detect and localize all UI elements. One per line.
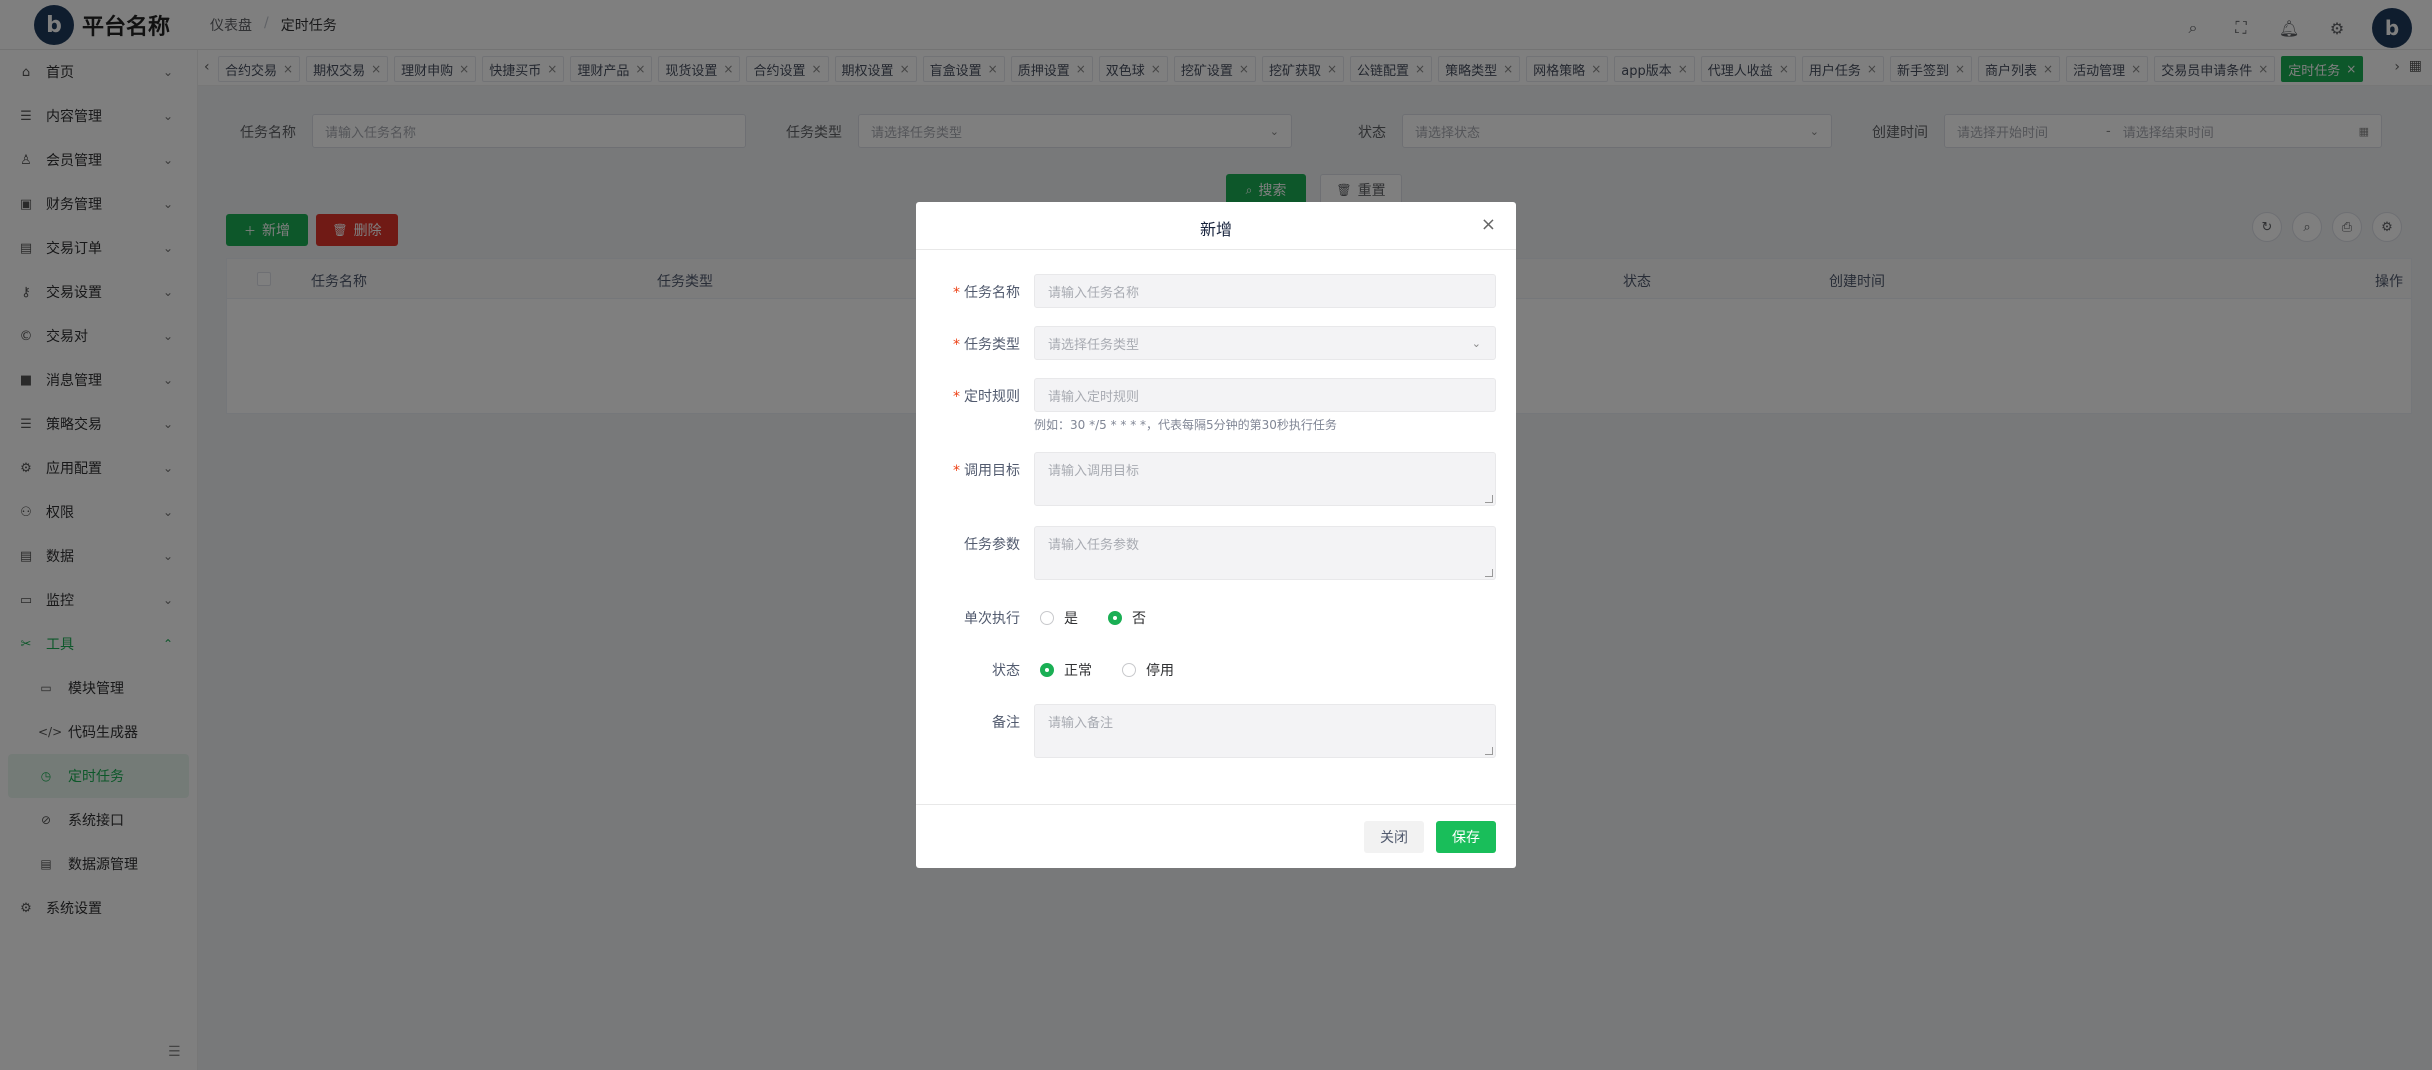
close-button[interactable]: 关闭: [1364, 821, 1424, 853]
target-textarea[interactable]: 请输入调用目标: [1034, 452, 1496, 506]
required-mark: *: [953, 463, 960, 479]
status-radio-group: 正常 停用: [1040, 660, 1204, 680]
cron-input[interactable]: 请输入定时规则: [1034, 378, 1496, 412]
status-normal-radio[interactable]: 正常: [1040, 660, 1092, 680]
once-yes-label: 是: [1064, 611, 1078, 627]
status-disabled-label: 停用: [1146, 663, 1174, 679]
once-yes-radio[interactable]: 是: [1040, 608, 1078, 628]
dialog-header: 新增 ×: [916, 202, 1516, 250]
cron-label-text: 定时规则: [964, 389, 1020, 405]
dialog-title: 新增: [1199, 220, 1232, 239]
required-mark: *: [953, 389, 960, 405]
remark-label: 备注: [992, 715, 1020, 731]
status-normal-label: 正常: [1064, 663, 1092, 679]
target-label-text: 调用目标: [964, 463, 1020, 479]
task-type-label: * 任务类型: [953, 334, 1020, 354]
cron-help-text: 例如：30 */5 * * * *，代表每隔5分钟的第30秒执行任务: [1034, 418, 1337, 432]
required-mark: *: [953, 285, 960, 301]
cron-label: * 定时规则: [953, 386, 1020, 406]
status-disabled-radio[interactable]: 停用: [1122, 660, 1174, 680]
once-label: 单次执行: [964, 611, 1020, 627]
radio-dot: [1122, 663, 1136, 677]
params-textarea[interactable]: 请输入任务参数: [1034, 526, 1496, 580]
task-name-label: * 任务名称: [953, 282, 1020, 302]
save-button[interactable]: 保存: [1436, 821, 1496, 853]
close-icon[interactable]: ×: [1481, 214, 1496, 235]
task-type-select[interactable]: 请选择任务类型 ⌄: [1034, 326, 1496, 360]
task-type-placeholder: 请选择任务类型: [1048, 337, 1140, 353]
required-mark: *: [953, 337, 960, 353]
radio-dot: [1108, 611, 1122, 625]
once-no-radio[interactable]: 否: [1108, 608, 1146, 628]
chevron-down-icon: ⌄: [1471, 336, 1481, 350]
radio-dot: [1040, 663, 1054, 677]
once-no-label: 否: [1132, 611, 1146, 627]
task-type-label-text: 任务类型: [964, 337, 1020, 353]
task-name-input[interactable]: 请输入任务名称: [1034, 274, 1496, 308]
once-radio-group: 是 否: [1040, 608, 1176, 628]
remark-textarea[interactable]: 请输入备注: [1034, 704, 1496, 758]
radio-dot: [1040, 611, 1054, 625]
status-label: 状态: [992, 663, 1020, 679]
add-task-dialog: 新增 × * 任务名称 请输入任务名称 * 任务类型 请选择任务类型 ⌄ * 定时规则 …: [916, 202, 1516, 868]
task-name-label-text: 任务名称: [964, 285, 1020, 301]
target-label: * 调用目标: [953, 460, 1020, 480]
dialog-footer: 关闭 保存: [916, 804, 1516, 868]
params-label: 任务参数: [964, 537, 1020, 553]
